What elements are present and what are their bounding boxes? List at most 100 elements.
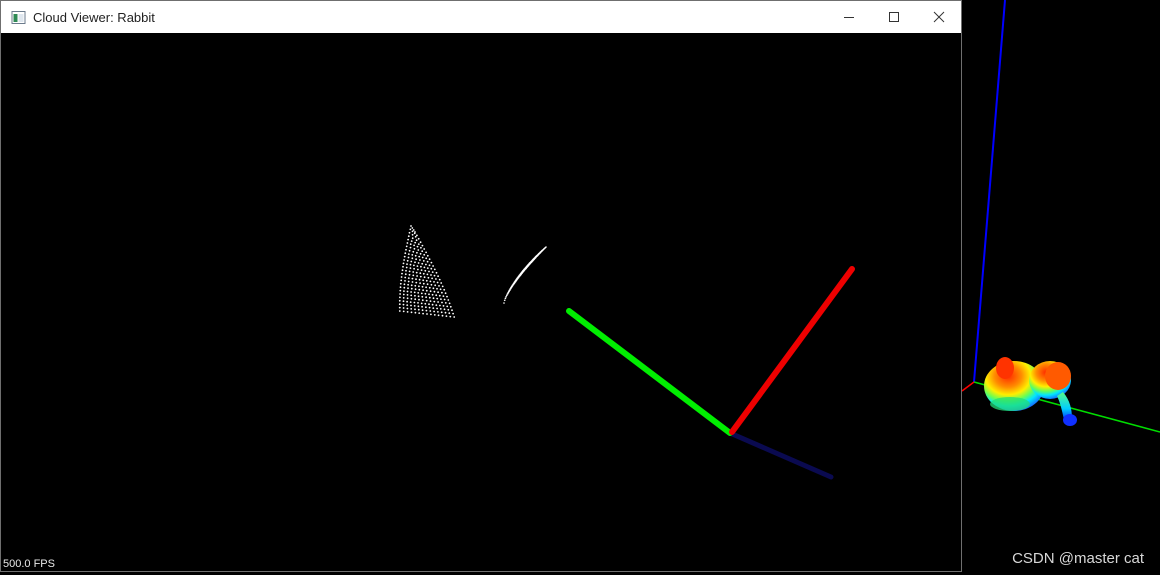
cloud-point <box>545 246 547 248</box>
point-cloud-patch <box>398 225 456 318</box>
bg-z-axis <box>973 0 1006 383</box>
cloud-point <box>429 280 432 283</box>
cloud-point <box>431 271 434 273</box>
cloud-point <box>414 298 417 301</box>
cloud-point <box>408 273 411 276</box>
cloud-point <box>417 295 420 298</box>
cloud-point <box>431 293 434 296</box>
close-button[interactable] <box>916 1 961 33</box>
cloud-point <box>439 304 441 307</box>
cloud-point <box>428 258 431 261</box>
cloud-point <box>428 286 431 289</box>
cloud-point <box>425 286 427 289</box>
cloud-point <box>404 280 406 282</box>
cloud-point <box>414 241 417 244</box>
cloud-point <box>424 292 427 295</box>
minimize-button[interactable] <box>826 1 871 33</box>
cloud-point <box>398 303 401 306</box>
title-bar[interactable]: Cloud Viewer: Rabbit <box>1 1 961 33</box>
cloud-point <box>403 255 406 258</box>
window-title: Cloud Viewer: Rabbit <box>33 9 155 25</box>
cloud-point <box>422 312 424 315</box>
cloud-point <box>444 292 447 295</box>
cloud-point <box>409 301 412 303</box>
cloud-point <box>413 301 416 304</box>
cloud-point <box>414 294 416 297</box>
cloud-point <box>422 272 425 275</box>
scene-canvas[interactable] <box>1 33 961 571</box>
cloud-point <box>409 267 412 269</box>
cloud-point <box>407 280 410 283</box>
cloud-point <box>415 281 418 284</box>
cloud-point <box>417 305 420 308</box>
cloud-point <box>418 285 420 288</box>
cloud-point <box>416 245 419 248</box>
cloud-point <box>411 237 414 240</box>
cloud-point <box>417 308 420 311</box>
background-viewer: CSDN @master cat <box>962 0 1160 575</box>
cloud-point <box>402 303 405 306</box>
cloud-point <box>443 308 446 311</box>
cloud-point <box>406 300 408 303</box>
cloud-point <box>421 309 424 312</box>
cloud-point <box>428 270 430 273</box>
cloud-point <box>505 295 507 298</box>
cloud-point <box>413 264 415 267</box>
cloud-point <box>431 303 434 306</box>
cloud-point <box>432 307 435 309</box>
maximize-button[interactable] <box>871 1 916 33</box>
cloud-point <box>448 302 451 305</box>
cloud-point <box>447 308 450 311</box>
cloud-point <box>410 311 413 314</box>
cloud-point <box>398 299 401 302</box>
cloud-point <box>422 282 425 285</box>
cloud-point <box>440 282 443 284</box>
cloud-point <box>414 288 417 291</box>
cloud-point <box>424 269 427 272</box>
cloud-point <box>428 264 431 267</box>
cloud-point <box>503 302 505 304</box>
cloud-point <box>426 267 429 269</box>
cloud-point <box>409 228 412 231</box>
cloud-point <box>433 314 436 316</box>
cloud-point <box>416 275 418 277</box>
cloud-point <box>409 246 412 249</box>
cloud-point <box>415 278 417 281</box>
cloud-point <box>423 248 426 250</box>
cloud-point <box>417 302 419 304</box>
cloud-point <box>420 292 423 295</box>
3d-viewport[interactable]: 500.0 FPS <box>1 33 961 571</box>
cloud-point <box>438 294 441 297</box>
cloud-point <box>425 251 427 254</box>
cloud-point <box>429 290 432 293</box>
cloud-point <box>403 290 405 292</box>
cloud-point <box>407 287 409 290</box>
cloud-point <box>419 275 422 278</box>
cloud-point <box>419 252 422 255</box>
cloud-point <box>434 284 437 287</box>
cloud-point <box>403 286 406 289</box>
cloud-point <box>428 296 431 299</box>
cloud-point <box>415 271 418 274</box>
cloud-point <box>415 258 417 261</box>
cloud-point <box>414 311 417 314</box>
cloud-point <box>410 291 412 293</box>
cloud-point <box>419 259 421 261</box>
cloud-point <box>419 272 422 275</box>
maximize-icon <box>888 12 899 22</box>
cloud-point <box>421 285 424 288</box>
x-axis <box>729 266 855 435</box>
cloud-point <box>433 281 435 283</box>
screen: CSDN @master cat Cloud Viewer: Rabbit 50… <box>0 0 1160 575</box>
cloud-point <box>448 312 451 315</box>
cloud-point <box>420 246 422 249</box>
point-cloud-arc <box>503 246 547 304</box>
cloud-point <box>424 302 427 305</box>
cloud-point <box>417 292 420 294</box>
cloud-point <box>436 297 439 300</box>
cloud-point <box>405 269 407 272</box>
cloud-point <box>414 261 416 264</box>
cloud-point <box>438 278 441 281</box>
cloud-point <box>399 293 401 295</box>
cloud-point <box>420 302 423 305</box>
